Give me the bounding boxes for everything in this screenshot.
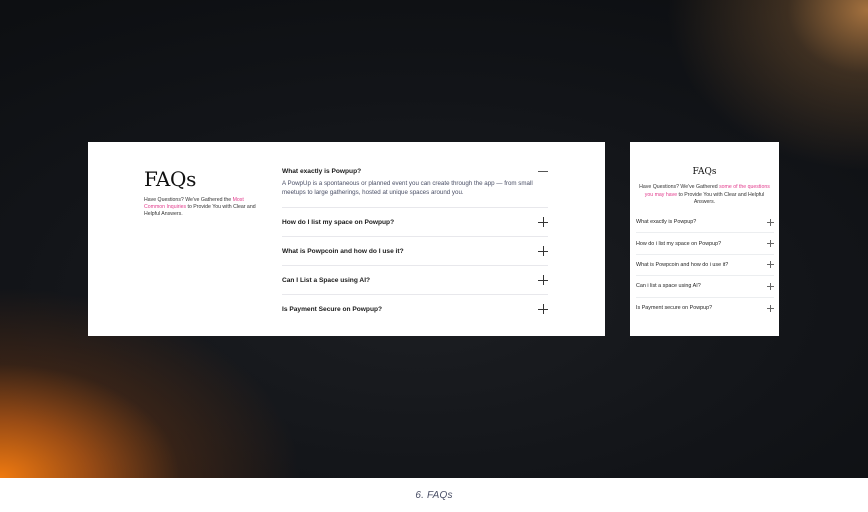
plus-icon[interactable] — [767, 282, 774, 290]
hero-background: FAQs Have Questions? We've Gathered the … — [0, 0, 868, 478]
desktop-faq-question-row[interactable]: Can I List a Space using AI? — [282, 266, 548, 294]
mobile-faq-question-row[interactable]: How do i list my space on Powpup? — [636, 233, 774, 255]
plus-icon[interactable] — [538, 246, 548, 257]
desktop-faq-question: Is Payment Secure on Powpup? — [282, 305, 383, 313]
desktop-faq-question-row[interactable]: What is Powpcoin and how do I use it? — [282, 237, 548, 265]
desktop-faq-question: What is Powpcoin and how do I use it? — [282, 247, 404, 255]
desktop-faq-list: What exactly is Powpup? A PowpUp is a sp… — [282, 158, 548, 323]
desktop-faq-item: Can I List a Space using AI? — [282, 266, 548, 296]
mobile-faq-question-row[interactable]: Is Payment secure on Powpup? — [636, 298, 774, 319]
desktop-faq-title: FAQs — [144, 167, 197, 191]
figure-caption: 6. FAQs — [415, 489, 453, 501]
minus-icon[interactable] — [538, 166, 548, 176]
desktop-faq-question: How do I list my space on Powpup? — [282, 218, 395, 226]
mobile-faq-question: What exactly is Powpup? — [636, 219, 697, 226]
mobile-faq-question: What is Powpcoin and how do i use it? — [636, 261, 729, 268]
desktop-faq-item: What is Powpcoin and how do I use it? — [282, 237, 548, 267]
plus-icon[interactable] — [538, 275, 548, 286]
desktop-faq-question-row[interactable]: How do I list my space on Powpup? — [282, 208, 548, 236]
mobile-faq-subtitle: Have Questions? We've Gathered some of t… — [637, 184, 773, 207]
mobile-faq-list: What exactly is Powpup? How do i list my… — [636, 212, 774, 319]
mobile-faq-header: FAQs Have Questions? We've Gathered some… — [630, 166, 779, 207]
plus-icon[interactable] — [538, 304, 548, 315]
mobile-faq-question-row[interactable]: What exactly is Powpup? — [636, 212, 774, 234]
mobile-faq-question-row[interactable]: Can i list a space using AI? — [636, 276, 774, 298]
plus-icon[interactable] — [767, 218, 774, 226]
desktop-subtitle-prefix: Have Questions? We've Gathered the — [144, 197, 233, 203]
desktop-faq-subtitle: Have Questions? We've Gathered the Most … — [144, 197, 262, 219]
desktop-faq-question-row[interactable]: Is Payment Secure on Powpup? — [282, 295, 548, 323]
mobile-subtitle-prefix: Have Questions? We've Gathered — [639, 184, 720, 190]
desktop-faq-answer: A PowpUp is a spontaneous or planned eve… — [282, 180, 533, 196]
plus-icon[interactable] — [767, 240, 774, 248]
desktop-faq-header: FAQs Have Questions? We've Gathered the … — [144, 166, 262, 219]
desktop-faq-item: Is Payment Secure on Powpup? — [282, 295, 548, 323]
mobile-faq-question: Is Payment secure on Powpup? — [636, 305, 713, 312]
desktop-faq-item: What exactly is Powpup? A PowpUp is a sp… — [282, 158, 548, 209]
mobile-faq-card: FAQs Have Questions? We've Gathered some… — [630, 142, 779, 336]
mobile-faq-title: FAQs — [692, 167, 717, 177]
desktop-faq-question: What exactly is Powpup? — [282, 167, 362, 175]
mobile-faq-question: How do i list my space on Powpup? — [636, 240, 722, 247]
mobile-faq-question-row[interactable]: What is Powpcoin and how do i use it? — [636, 255, 774, 277]
desktop-faq-item: How do I list my space on Powpup? — [282, 208, 548, 238]
plus-icon[interactable] — [767, 261, 774, 269]
mobile-subtitle-suffix: to Provide You with Clear and Helpful An… — [677, 191, 765, 206]
desktop-faq-question: Can I List a Space using AI? — [282, 276, 371, 284]
desktop-faq-card: FAQs Have Questions? We've Gathered the … — [88, 142, 605, 336]
plus-icon[interactable] — [767, 304, 774, 312]
mobile-faq-question: Can i list a space using AI? — [636, 283, 701, 290]
plus-icon[interactable] — [538, 217, 548, 228]
